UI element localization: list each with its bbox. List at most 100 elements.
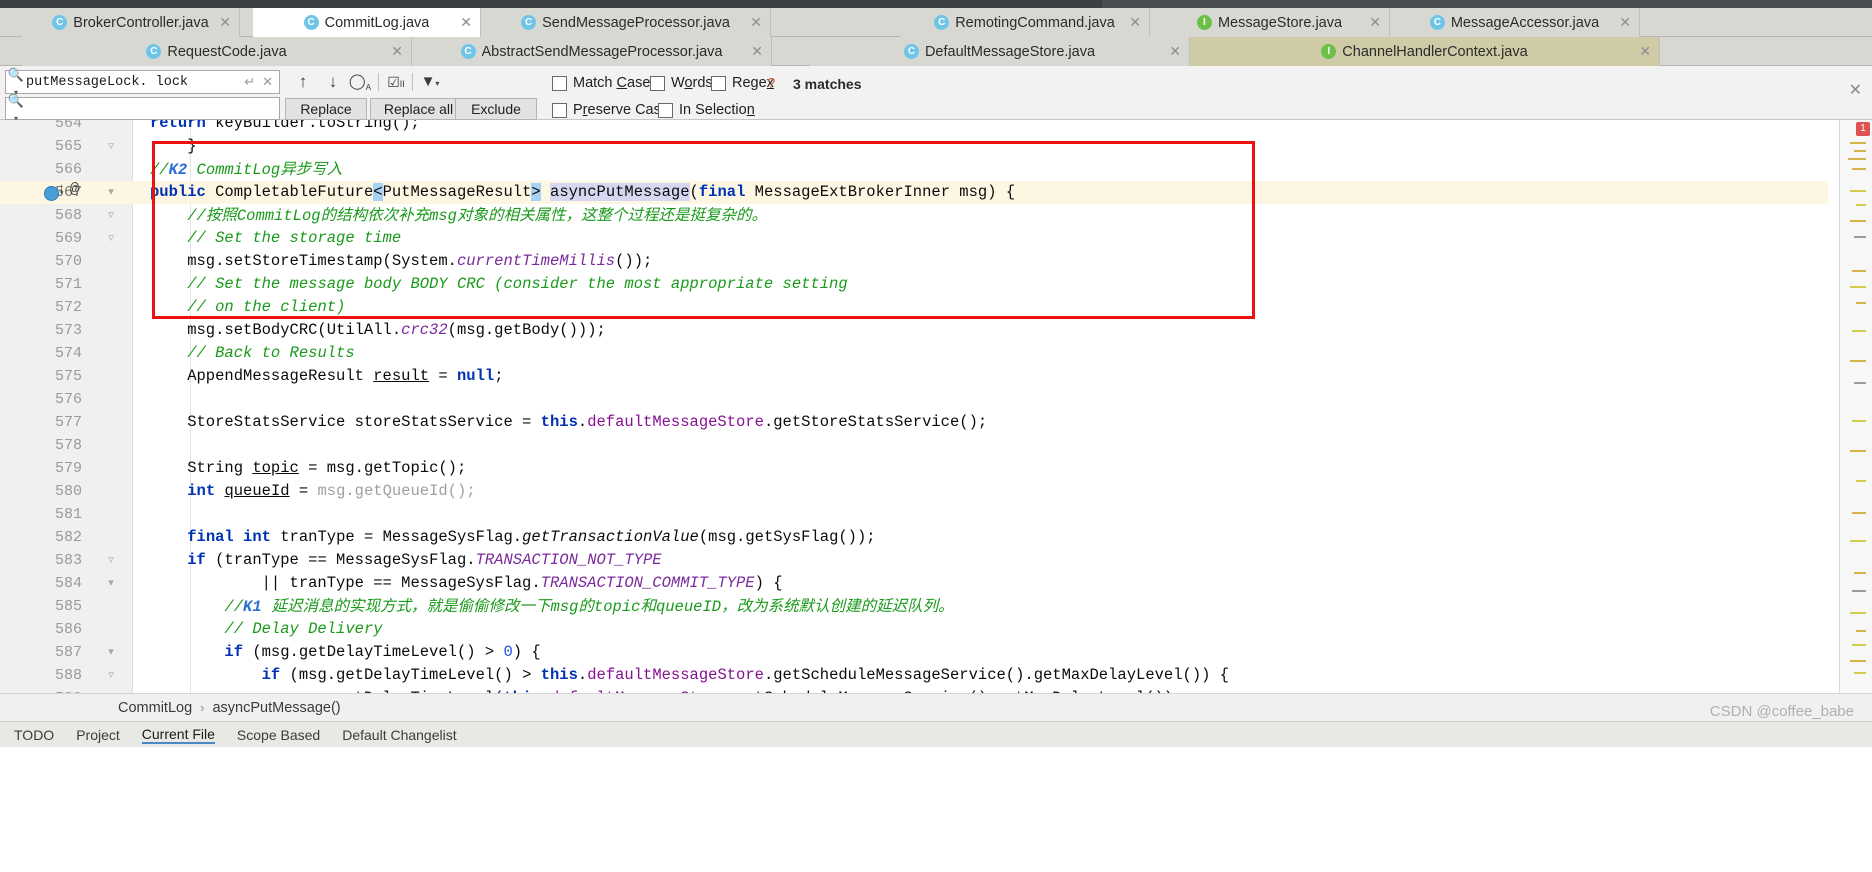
code-line[interactable]: public CompletableFuture<PutMessageResul… <box>150 181 1015 204</box>
line-number[interactable]: 566 <box>0 158 82 181</box>
code-line[interactable]: if (msg.getDelayTimeLevel() > 0) { <box>150 641 540 664</box>
fold-marker-icon[interactable]: ▿ <box>104 227 118 250</box>
stripe-mark[interactable] <box>1848 158 1866 160</box>
help-icon[interactable]: ? <box>767 75 775 92</box>
enter-icon[interactable]: ↵ <box>244 74 262 90</box>
fold-marker-icon[interactable]: ▿ <box>104 135 118 158</box>
fold-marker-icon[interactable]: ▾ <box>104 572 118 595</box>
breadcrumb-segment-class[interactable]: CommitLog <box>118 700 192 716</box>
code-line[interactable]: msg.setBodyCRC(UtilAll.crc32(msg.getBody… <box>150 319 606 342</box>
tool-window-project[interactable]: Project <box>76 727 120 743</box>
code-editor[interactable]: 564 return keyBuilder.toString(); 565 } ▿ 56… <box>0 120 1872 693</box>
exclude-button[interactable]: Exclude <box>455 98 537 120</box>
line-number[interactable]: 588 <box>0 664 82 687</box>
line-number[interactable]: 569 <box>0 227 82 250</box>
stripe-mark[interactable] <box>1852 420 1866 422</box>
stripe-mark[interactable] <box>1854 382 1866 384</box>
stripe-mark[interactable] <box>1852 168 1866 170</box>
line-number[interactable]: 583 <box>0 549 82 572</box>
line-number[interactable]: 564 <box>0 120 82 135</box>
stripe-mark[interactable] <box>1856 630 1866 632</box>
code-line[interactable]: || tranType == MessageSysFlag.TRANSACTIO… <box>150 572 783 595</box>
replace-all-button[interactable]: Replace all <box>370 98 467 120</box>
close-icon[interactable]: ✕ <box>1849 80 1862 100</box>
line-number[interactable]: 574 <box>0 342 82 365</box>
code-line[interactable]: // Set the storage time <box>150 227 401 250</box>
breadcrumb-segment-method[interactable]: asyncPutMessage() <box>212 700 340 716</box>
line-number[interactable]: 575 <box>0 365 82 388</box>
close-icon[interactable]: ✕ <box>1169 44 1181 58</box>
line-number[interactable]: 582 <box>0 526 82 549</box>
run-gutter-icon[interactable]: ↓ <box>57 181 66 198</box>
stripe-mark[interactable] <box>1852 590 1866 592</box>
stripe-mark[interactable] <box>1852 330 1866 332</box>
line-number[interactable]: 572 <box>0 296 82 319</box>
stripe-mark[interactable] <box>1850 286 1866 288</box>
select-all-occurrences-icon[interactable]: ◯A <box>348 71 372 93</box>
fold-marker-icon[interactable]: ▾ <box>104 641 118 664</box>
line-number[interactable]: 568 <box>0 204 82 227</box>
stripe-mark[interactable] <box>1850 450 1866 452</box>
fold-marker-icon[interactable]: ▾ <box>104 181 118 204</box>
code-line[interactable]: AppendMessageResult result = null; <box>150 365 503 388</box>
code-line[interactable]: // Set the message body BODY CRC (consid… <box>150 273 847 296</box>
editor-tab-sendmessageprocessor[interactable]: C SendMessageProcessor.java ✕ <box>481 8 771 37</box>
editor-tab-abstractsendmessageprocessor[interactable]: C AbstractSendMessageProcessor.java ✕ <box>412 37 772 66</box>
preview-icon[interactable]: ☑II <box>384 71 408 93</box>
replace-input[interactable]: 🔍▾ <box>5 93 280 123</box>
line-number[interactable]: 573 <box>0 319 82 342</box>
tool-window-todo[interactable]: TODO <box>14 727 54 743</box>
stripe-mark[interactable] <box>1850 142 1866 144</box>
stripe-mark[interactable] <box>1850 190 1866 192</box>
error-count-badge[interactable]: 1 <box>1856 122 1870 136</box>
tool-window-default-changelist[interactable]: Default Changelist <box>342 727 456 743</box>
line-number[interactable]: 581 <box>0 503 82 526</box>
editor-tab-remotingcommand[interactable]: C RemotingCommand.java ✕ <box>900 8 1150 37</box>
close-icon[interactable]: ✕ <box>1369 15 1381 29</box>
replace-button[interactable]: Replace <box>285 98 367 120</box>
line-number[interactable]: 586 <box>0 618 82 641</box>
editor-tab-brokercontroller[interactable]: C BrokerController.java ✕ <box>22 8 240 37</box>
code-line[interactable]: //按照CommitLog的结构依次补充msg对象的相关属性，这整个过程还是挺复… <box>150 204 767 227</box>
code-line[interactable]: // Delay Delivery <box>150 618 382 641</box>
stripe-mark[interactable] <box>1850 220 1866 222</box>
stripe-mark[interactable] <box>1856 480 1866 482</box>
code-line[interactable]: // on the client) <box>150 296 345 319</box>
fold-marker-icon[interactable]: ▿ <box>104 664 118 687</box>
editor-tab-requestcode[interactable]: C RequestCode.java ✕ <box>22 37 412 66</box>
close-icon[interactable]: ✕ <box>460 15 472 29</box>
in-selection-checkbox[interactable]: In Selection <box>658 102 755 118</box>
line-number[interactable]: 584 <box>0 572 82 595</box>
code-line[interactable]: // Back to Results <box>150 342 354 365</box>
code-line[interactable]: msg.setStoreTimestamp(System.currentTime… <box>150 250 652 273</box>
code-line[interactable]: //K2 CommitLog异步写入 <box>150 158 342 181</box>
close-icon[interactable]: ✕ <box>751 44 763 58</box>
line-number[interactable]: 578 <box>0 434 82 457</box>
stripe-mark[interactable] <box>1852 512 1866 514</box>
words-checkbox[interactable]: Words <box>650 75 713 91</box>
line-number[interactable]: 577 <box>0 411 82 434</box>
close-icon[interactable]: ✕ <box>750 15 762 29</box>
fold-marker-icon[interactable]: ▿ <box>104 204 118 227</box>
match-case-checkbox[interactable]: Match Case <box>552 75 650 91</box>
editor-tab-messageaccessor[interactable]: C MessageAccessor.java ✕ <box>1390 8 1640 37</box>
tool-window-current-file[interactable]: Current File <box>141 726 215 744</box>
code-line[interactable]: StoreStatsService storeStatsService = th… <box>150 411 987 434</box>
stripe-mark[interactable] <box>1850 660 1866 662</box>
line-number[interactable]: 585 <box>0 595 82 618</box>
code-line[interactable]: String topic = msg.getTopic(); <box>150 457 466 480</box>
code-line[interactable]: final int tranType = MessageSysFlag.getT… <box>150 526 875 549</box>
stripe-mark[interactable] <box>1854 150 1866 152</box>
stripe-mark[interactable] <box>1850 540 1866 542</box>
code-line[interactable]: //K1 延迟消息的实现方式，就是偷偷修改一下msg的topic和queueID… <box>150 595 953 618</box>
arrow-up-icon[interactable]: ↑ <box>292 72 314 92</box>
line-number[interactable]: 576 <box>0 388 82 411</box>
filter-icon[interactable]: ▼▾ <box>418 71 442 93</box>
search-input[interactable]: 🔍▾ putMessageLock. lock ↵ ✕ <box>5 67 280 97</box>
error-stripe-gutter[interactable]: 1 <box>1839 120 1872 693</box>
stripe-mark[interactable] <box>1854 236 1866 238</box>
editor-tab-commitlog[interactable]: C CommitLog.java ✕ <box>253 8 481 37</box>
arrow-down-icon[interactable]: ↓ <box>322 72 344 92</box>
regex-checkbox[interactable]: Regex <box>711 75 774 91</box>
line-number[interactable]: 570 <box>0 250 82 273</box>
